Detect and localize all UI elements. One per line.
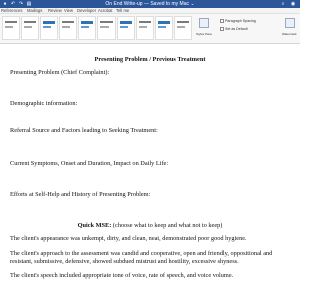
set-as-default-label: Set as Default xyxy=(225,27,248,31)
doc-line-chief-complaint: Presenting Problem (Chief Complaint): xyxy=(10,69,110,76)
styles-gallery[interactable] xyxy=(2,16,192,42)
window-title: On End Write-up — Saved to my Mac ⌄ xyxy=(105,1,195,7)
doc-paragraph-appearance: The client's appearance was unkempt, dir… xyxy=(10,235,247,242)
styles-pane-group: Styles Pane xyxy=(196,16,212,42)
style-tile[interactable] xyxy=(2,16,21,40)
watermark-group: Watermark xyxy=(282,16,300,42)
mse-heading-line: Quick MSE: (choose what to keep and what… xyxy=(0,222,300,230)
style-tile[interactable] xyxy=(59,16,78,40)
search-icon[interactable]: ⌕ xyxy=(280,1,286,7)
document-title: Presenting Problem / Previous Treatment xyxy=(94,56,206,63)
doc-paragraph-speech: The client's speech included appropriate… xyxy=(10,272,234,279)
styles-pane-icon[interactable] xyxy=(199,18,209,28)
styles-pane-label[interactable]: Styles Pane xyxy=(196,32,212,36)
design-group: Paragraph Spacing Set as Default xyxy=(220,16,280,42)
style-tile[interactable] xyxy=(135,16,154,40)
style-tile[interactable] xyxy=(97,16,116,40)
doc-line-symptoms: Current Symptoms, Onset and Duration, Im… xyxy=(10,160,169,167)
doc-line-referral: Referral Source and Factors leading to S… xyxy=(10,127,158,134)
style-tile[interactable] xyxy=(154,16,173,40)
document-page[interactable]: Presenting Problem / Previous Treatment … xyxy=(0,45,300,300)
account-icon[interactable]: ◉ xyxy=(290,1,296,7)
watermark-icon[interactable] xyxy=(285,18,295,28)
title-bar: ● ↶ ↷ ▤ On End Write-up — Saved to my Ma… xyxy=(0,0,300,8)
style-tile[interactable] xyxy=(21,16,40,40)
doc-line-self-help: Efforts at Self-Help and History of Pres… xyxy=(10,191,151,198)
paragraph-spacing-label: Paragraph Spacing xyxy=(225,19,256,23)
paragraph-spacing-button[interactable]: Paragraph Spacing xyxy=(220,19,256,24)
doc-line-demographics: Demographic information: xyxy=(10,100,78,107)
style-tile[interactable] xyxy=(40,16,59,40)
style-tile[interactable] xyxy=(173,16,192,40)
mse-note: (choose what to keep and what not to kee… xyxy=(111,222,223,229)
doc-paragraph-approach: The client's approach to the assessment … xyxy=(10,250,273,265)
style-tile[interactable] xyxy=(78,16,97,40)
style-tile[interactable] xyxy=(116,16,135,40)
set-as-default-button[interactable]: Set as Default xyxy=(220,27,248,32)
ribbon: Styles Pane Paragraph Spacing Set as Def… xyxy=(0,14,300,44)
set-as-default-icon xyxy=(220,27,224,32)
mse-heading: Quick MSE: xyxy=(77,222,112,229)
paragraph-spacing-icon xyxy=(220,19,224,24)
watermark-label[interactable]: Watermark xyxy=(282,32,297,36)
